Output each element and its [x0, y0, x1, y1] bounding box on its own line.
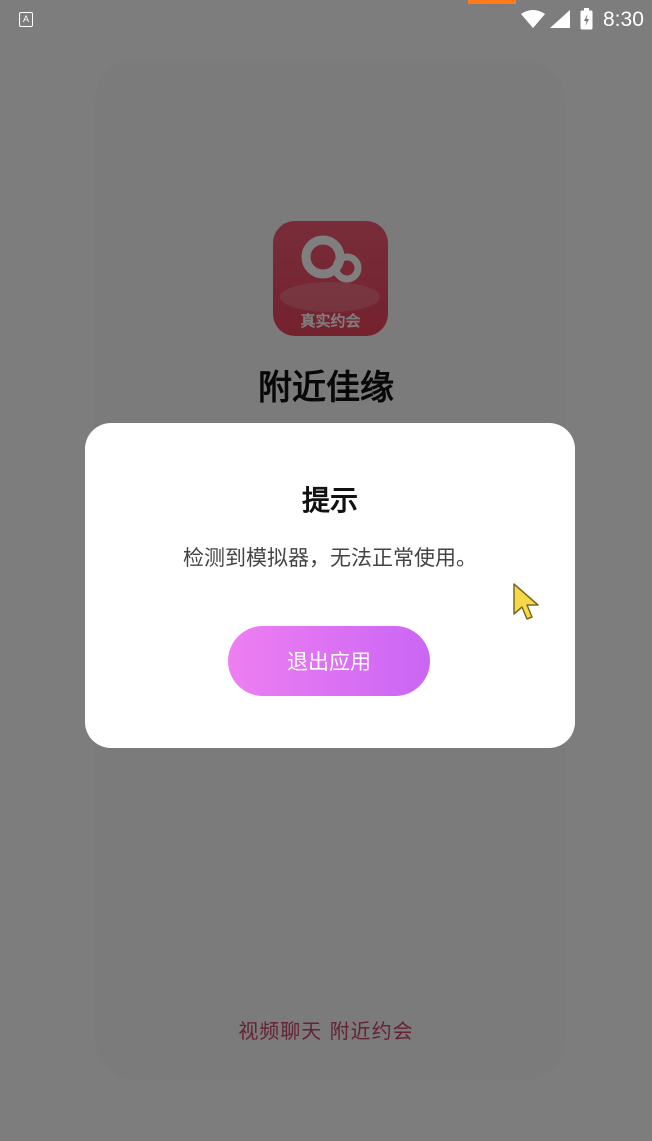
dialog-title: 提示 [301, 484, 358, 517]
status-progress-strip [468, 0, 516, 4]
battery-icon [580, 8, 593, 30]
mouse-cursor-icon [513, 583, 539, 620]
wifi-icon [521, 10, 545, 28]
a-notification-icon: A [19, 12, 33, 27]
status-time: 8:30 [603, 8, 644, 31]
exit-app-button[interactable]: 退出应用 [228, 626, 430, 696]
signal-icon [550, 10, 570, 28]
dialog-message: 检测到模拟器，无法正常使用。 [183, 546, 477, 570]
status-bar: A 8:30 [0, 0, 652, 40]
emulator-warning-dialog: 提示 检测到模拟器，无法正常使用。 退出应用 [85, 423, 575, 748]
